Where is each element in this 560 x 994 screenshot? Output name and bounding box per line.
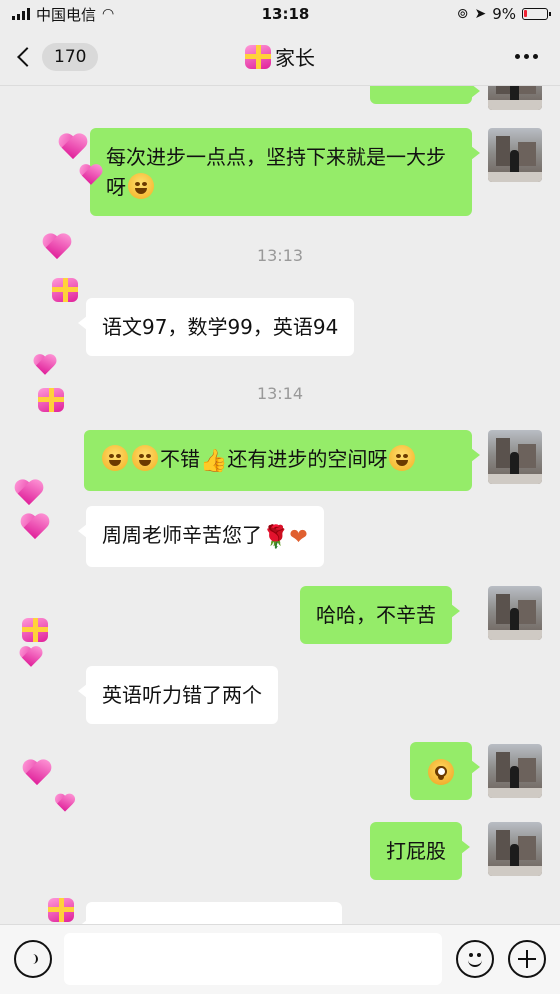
sticker-button[interactable] xyxy=(456,940,494,978)
gift-heart-icon xyxy=(245,44,271,69)
avatar[interactable] xyxy=(488,86,542,110)
status-bar: 中国电信 ◠ 13:18 ⊚ ➤ 9% xyxy=(0,0,560,28)
laugh-cry-emoji xyxy=(128,173,154,199)
message-bubble-outgoing[interactable]: 哈哈，不辛苦 xyxy=(300,586,460,644)
location-icon: ➤ xyxy=(474,6,487,22)
carrier-label: 中国电信 xyxy=(36,5,97,24)
gift-heart-icon xyxy=(48,898,74,922)
status-right: ⊚ ➤ 9% xyxy=(456,5,551,23)
avatar[interactable] xyxy=(488,586,542,640)
message-bubble-incoming[interactable]: 英语听力错了两个 xyxy=(78,666,278,724)
heart-emoji: ❤ xyxy=(289,525,308,550)
message-input[interactable] xyxy=(64,933,442,985)
message-bubble-outgoing[interactable]: 不错👍还有进步的空间呀 xyxy=(84,430,480,491)
avatar[interactable] xyxy=(488,128,542,182)
avatar[interactable] xyxy=(488,430,542,484)
more-options-icon[interactable] xyxy=(515,54,546,59)
status-left: 中国电信 ◠ xyxy=(12,4,114,25)
decorative-heart-icon xyxy=(58,134,88,161)
chat-header: 170 家长 xyxy=(0,28,560,86)
message-bubble-partial xyxy=(78,902,342,924)
decorative-heart-icon xyxy=(79,165,103,187)
unread-count-badge: 170 xyxy=(42,42,99,71)
avatar[interactable] xyxy=(488,822,542,876)
voice-icon xyxy=(28,954,38,964)
battery-icon xyxy=(522,8,551,20)
avatar[interactable] xyxy=(488,744,542,798)
voice-input-button[interactable] xyxy=(14,940,52,978)
message-bubble-partial xyxy=(370,86,480,104)
chat-area[interactable]: 每次进步一点点，坚持下来就是一大步呀 13:13 语文97，数学99，英语94 … xyxy=(0,86,560,924)
status-time: 13:18 xyxy=(261,5,310,23)
gift-heart-icon xyxy=(52,278,78,302)
decorative-heart-icon xyxy=(19,647,43,669)
timestamp: 13:14 xyxy=(256,384,304,403)
timestamp: 13:13 xyxy=(256,246,304,265)
rose-emoji: 🌹 xyxy=(262,525,290,550)
message-bubble-outgoing[interactable]: 打屁股 xyxy=(370,822,470,880)
input-bar xyxy=(0,924,560,994)
chat-title: 家长 xyxy=(275,46,315,70)
rotation-lock-icon: ⊚ xyxy=(456,6,469,22)
decorative-heart-icon xyxy=(20,514,50,541)
message-bubble-incoming[interactable]: 语文97，数学99，英语94 xyxy=(77,298,355,356)
battery-percent: 9% xyxy=(492,5,516,23)
flushed-emoji xyxy=(428,759,454,785)
thumbs-up-emoji: 👍 xyxy=(200,449,228,474)
message-bubble-incoming[interactable]: 周周老师辛苦您了🌹❤ xyxy=(78,506,324,567)
chat-title-wrap: 家长 xyxy=(245,42,315,71)
decorative-heart-icon xyxy=(14,480,44,507)
grin-emoji xyxy=(389,445,416,471)
back-button[interactable]: 170 xyxy=(14,42,99,71)
decorative-heart-icon xyxy=(33,355,57,377)
decorative-heart-icon xyxy=(42,234,72,261)
chevron-left-icon xyxy=(17,46,37,67)
more-functions-button[interactable] xyxy=(508,940,546,978)
decorative-heart-icon xyxy=(22,760,52,787)
gift-heart-icon xyxy=(22,618,48,642)
smiley-icon xyxy=(468,960,482,967)
decorative-heart-icon xyxy=(55,794,76,813)
laugh-cry-emoji xyxy=(102,445,128,471)
message-bubble-outgoing[interactable] xyxy=(410,742,480,800)
wifi-icon: ◠ xyxy=(102,6,115,22)
message-bubble-outgoing[interactable]: 每次进步一点点，坚持下来就是一大步呀 xyxy=(90,128,480,216)
laugh-cry-emoji xyxy=(132,445,158,471)
signal-icon xyxy=(12,8,30,20)
gift-heart-icon xyxy=(38,388,64,412)
